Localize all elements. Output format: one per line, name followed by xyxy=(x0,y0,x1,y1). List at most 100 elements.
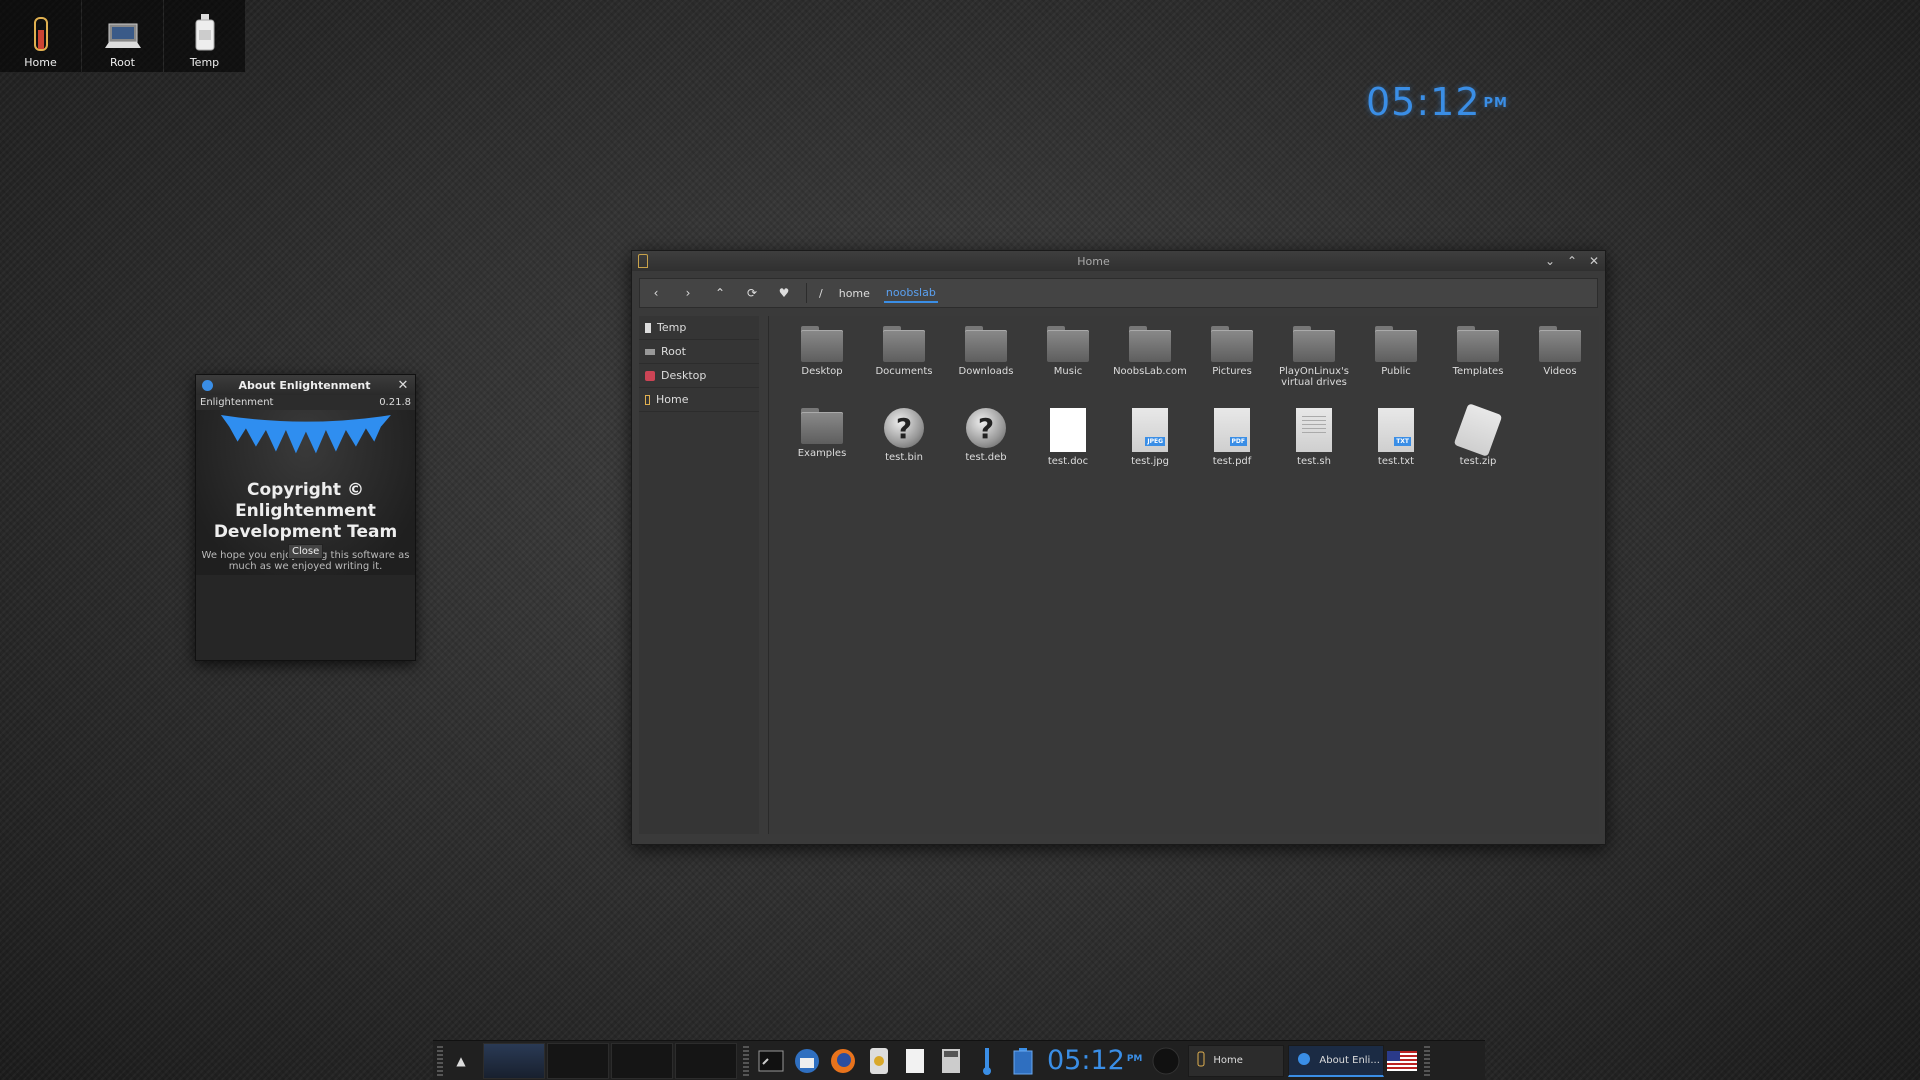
file-name: Videos xyxy=(1543,366,1577,377)
file-item[interactable]: JPEG test.jpg xyxy=(1109,408,1191,490)
home-icon xyxy=(638,254,648,268)
file-item[interactable]: ? test.bin xyxy=(863,408,945,490)
file-item[interactable]: test.doc xyxy=(1027,408,1109,490)
desktop-icon-root[interactable]: Root xyxy=(82,0,163,72)
file-name: test.sh xyxy=(1297,456,1331,467)
taskbar-clock[interactable]: 05:12 PM xyxy=(1047,1045,1142,1076)
file-item[interactable]: NoobsLab.com xyxy=(1109,326,1191,408)
file-name: Examples xyxy=(797,448,847,459)
folder-icon xyxy=(801,408,843,444)
pager-desktop-1[interactable] xyxy=(483,1042,545,1079)
maximize-icon[interactable]: ⌃ xyxy=(1561,254,1583,268)
about-copyright: Copyright © Enlightenment Development Te… xyxy=(213,480,398,542)
task-about-enlightenment[interactable]: About Enli... xyxy=(1288,1044,1385,1077)
unknown-file-icon: ? xyxy=(966,408,1006,448)
file-item[interactable]: TXT test.txt xyxy=(1355,408,1437,490)
enlightenment-logo-banner xyxy=(220,415,391,454)
about-body: Copyright © Enlightenment Development Te… xyxy=(196,410,415,575)
file-item[interactable]: Public xyxy=(1355,326,1437,408)
archive-icon xyxy=(1453,403,1503,457)
file-item[interactable]: Downloads xyxy=(945,326,1027,408)
clock-ampm: PM xyxy=(1483,96,1508,111)
keyboard-layout-flag-icon[interactable] xyxy=(1384,1044,1420,1078)
file-item[interactable]: PlayOnLinux's virtual drives xyxy=(1273,326,1355,408)
sidebar-item-home[interactable]: Home xyxy=(639,388,759,412)
media-player-icon[interactable] xyxy=(861,1044,897,1078)
file-item[interactable]: Desktop xyxy=(781,326,863,408)
taskbar-grip[interactable] xyxy=(437,1045,443,1076)
breadcrumb-root[interactable]: / xyxy=(817,285,825,302)
fm-title: Home xyxy=(1077,254,1110,268)
thermometer-icon[interactable] xyxy=(969,1044,1005,1078)
folder-icon xyxy=(1539,326,1581,362)
sidebar-item-temp[interactable]: Temp xyxy=(639,316,759,340)
desktop-icon-temp[interactable]: Temp xyxy=(164,0,245,72)
folder-icon xyxy=(1211,326,1253,362)
mixer-icon[interactable] xyxy=(1148,1044,1184,1078)
file-name: test.deb xyxy=(965,452,1007,463)
file-name: Pictures xyxy=(1212,366,1252,377)
text-editor-icon[interactable] xyxy=(897,1044,933,1078)
file-item[interactable]: Videos xyxy=(1519,326,1601,408)
close-button[interactable]: Close xyxy=(288,544,324,559)
file-manager-window: Home ⌄ ⌃ ✕ ‹ › ⌃ ⟳ ♥ / home noobslab Tem… xyxy=(631,250,1606,845)
back-icon[interactable]: ‹ xyxy=(640,286,672,300)
battery-icon[interactable] xyxy=(1005,1044,1041,1078)
minimize-icon[interactable]: ⌄ xyxy=(1539,254,1561,268)
up-icon[interactable]: ⌃ xyxy=(704,286,736,300)
file-item[interactable]: PDF test.pdf xyxy=(1191,408,1273,490)
folder-icon xyxy=(1457,326,1499,362)
forward-icon[interactable]: › xyxy=(672,286,704,300)
desktop-icon-label: Root xyxy=(110,56,135,69)
file-item[interactable]: test.sh xyxy=(1273,408,1355,490)
file-item[interactable]: test.zip xyxy=(1437,403,1519,490)
taskbar: ▲ 05:12 PM Home About Enli... xyxy=(433,1040,1485,1080)
file-item[interactable]: Examples xyxy=(781,408,863,490)
breadcrumb-home[interactable]: home xyxy=(837,285,872,302)
file-item[interactable]: ? test.deb xyxy=(945,408,1027,490)
temp-icon xyxy=(193,12,217,52)
enlightenment-icon xyxy=(202,379,213,391)
close-icon[interactable]: ✕ xyxy=(396,378,410,393)
favorite-icon[interactable]: ♥ xyxy=(768,286,800,300)
task-home[interactable]: Home xyxy=(1188,1044,1285,1077)
sidebar-item-root[interactable]: Root xyxy=(639,340,759,364)
close-icon[interactable]: ✕ xyxy=(1583,254,1605,268)
thunderbird-icon[interactable] xyxy=(789,1044,825,1078)
taskbar-clock-ampm: PM xyxy=(1126,1054,1143,1064)
fm-sidebar: Temp Root Desktop Home xyxy=(639,316,759,834)
sidebar-item-desktop[interactable]: Desktop xyxy=(639,364,759,388)
desktop-icons: Home Root Temp xyxy=(0,0,246,72)
taskbar-separator xyxy=(743,1045,749,1076)
pager-desktop-4[interactable] xyxy=(675,1042,737,1079)
terminal-icon[interactable] xyxy=(753,1044,789,1078)
pager-desktop-2[interactable] xyxy=(547,1042,609,1079)
fm-titlebar[interactable]: Home ⌄ ⌃ ✕ xyxy=(632,251,1605,271)
taskbar-clock-time: 05:12 xyxy=(1047,1045,1125,1076)
file-item[interactable]: Documents xyxy=(863,326,945,408)
desktop-icon-home[interactable]: Home xyxy=(0,0,81,72)
fm-toolbar: ‹ › ⌃ ⟳ ♥ / home noobslab xyxy=(639,278,1598,308)
file-name: Desktop xyxy=(801,366,843,377)
taskbar-grip-right[interactable] xyxy=(1424,1045,1431,1076)
pager-desktop-3[interactable] xyxy=(611,1042,673,1079)
refresh-icon[interactable]: ⟳ xyxy=(736,286,768,300)
file-item[interactable]: Templates xyxy=(1437,326,1519,408)
file-name: Public xyxy=(1381,366,1411,377)
home-icon xyxy=(645,394,650,405)
desktop-icon xyxy=(645,370,655,381)
calculator-icon[interactable] xyxy=(933,1044,969,1078)
taskbar-menu-icon[interactable]: ▲ xyxy=(447,1054,475,1068)
temp-icon xyxy=(645,322,651,333)
file-name: Documents xyxy=(875,366,933,377)
folder-icon xyxy=(883,326,925,362)
enlightenment-icon xyxy=(1297,1052,1311,1069)
breadcrumb-noobslab[interactable]: noobslab xyxy=(883,284,938,303)
about-titlebar[interactable]: About Enlightenment ✕ xyxy=(196,375,415,395)
folder-icon xyxy=(1293,326,1335,362)
firefox-icon[interactable] xyxy=(825,1044,861,1078)
file-item[interactable]: Music xyxy=(1027,326,1109,408)
file-name: test.txt xyxy=(1377,456,1415,467)
file-name: PlayOnLinux's virtual drives xyxy=(1279,366,1349,388)
file-item[interactable]: Pictures xyxy=(1191,326,1273,408)
